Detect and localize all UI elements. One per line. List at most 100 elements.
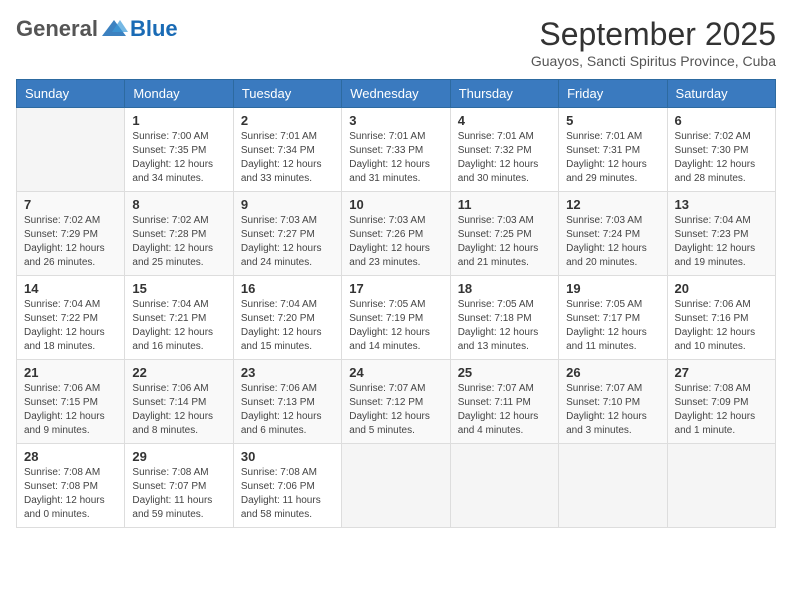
day-info: Sunrise: 7:08 AMSunset: 7:09 PMDaylight:… <box>675 382 768 438</box>
day-number: 16 <box>241 281 334 296</box>
day-info: Sunrise: 7:06 AMSunset: 7:15 PMDaylight:… <box>24 382 117 438</box>
calendar-cell: 10 Sunrise: 7:03 AMSunset: 7:26 PMDayligh… <box>342 192 450 276</box>
day-info: Sunrise: 7:05 AMSunset: 7:19 PMDaylight:… <box>349 298 442 354</box>
day-info: Sunrise: 7:04 AMSunset: 7:22 PMDaylight:… <box>24 298 117 354</box>
weekday-header-thursday: Thursday <box>450 80 558 108</box>
day-info: Sunrise: 7:05 AMSunset: 7:18 PMDaylight:… <box>458 298 551 354</box>
day-number: 27 <box>675 365 768 380</box>
day-info: Sunrise: 7:04 AMSunset: 7:21 PMDaylight:… <box>132 298 225 354</box>
day-number: 22 <box>132 365 225 380</box>
day-number: 21 <box>24 365 117 380</box>
calendar-table: SundayMondayTuesdayWednesdayThursdayFrid… <box>16 79 776 528</box>
day-number: 24 <box>349 365 442 380</box>
day-info: Sunrise: 7:07 AMSunset: 7:11 PMDaylight:… <box>458 382 551 438</box>
month-title: September 2025 <box>531 16 776 53</box>
day-number: 14 <box>24 281 117 296</box>
day-info: Sunrise: 7:02 AMSunset: 7:28 PMDaylight:… <box>132 214 225 270</box>
day-info: Sunrise: 7:08 AMSunset: 7:07 PMDaylight:… <box>132 466 225 522</box>
calendar-cell: 6Sunrise: 7:02 AMSunset: 7:30 PMDaylight… <box>667 108 775 192</box>
weekday-header-saturday: Saturday <box>667 80 775 108</box>
calendar-cell: 27 Sunrise: 7:08 AMSunset: 7:09 PMDayligh… <box>667 360 775 444</box>
day-number: 6 <box>675 113 768 128</box>
day-number: 20 <box>675 281 768 296</box>
day-number: 9 <box>241 197 334 212</box>
logo-blue: Blue <box>130 16 178 42</box>
week-row-5: 28 Sunrise: 7:08 AMSunset: 7:08 PMDayligh… <box>17 444 776 528</box>
day-info: Sunrise: 7:05 AMSunset: 7:17 PMDaylight:… <box>566 298 659 354</box>
calendar-cell: 11 Sunrise: 7:03 AMSunset: 7:25 PMDayligh… <box>450 192 558 276</box>
calendar-cell: 24Sunrise: 7:07 AMSunset: 7:12 PMDayligh… <box>342 360 450 444</box>
day-number: 25 <box>458 365 551 380</box>
title-section: September 2025 Guayos, Sancti Spiritus P… <box>531 16 776 69</box>
day-info: Sunrise: 7:03 AMSunset: 7:25 PMDaylight:… <box>458 214 551 270</box>
calendar-cell: 19 Sunrise: 7:05 AMSunset: 7:17 PMDayligh… <box>559 276 667 360</box>
day-info: Sunrise: 7:08 AMSunset: 7:08 PMDaylight:… <box>24 466 117 522</box>
day-number: 28 <box>24 449 117 464</box>
calendar-cell: 5Sunrise: 7:01 AMSunset: 7:31 PMDaylight… <box>559 108 667 192</box>
weekday-header-row: SundayMondayTuesdayWednesdayThursdayFrid… <box>17 80 776 108</box>
logo: General Blue <box>16 16 178 42</box>
calendar-cell: 8 Sunrise: 7:02 AMSunset: 7:28 PMDaylight… <box>125 192 233 276</box>
calendar-cell <box>17 108 125 192</box>
day-info: Sunrise: 7:06 AMSunset: 7:16 PMDaylight:… <box>675 298 768 354</box>
day-number: 13 <box>675 197 768 212</box>
calendar-cell: 15 Sunrise: 7:04 AMSunset: 7:21 PMDayligh… <box>125 276 233 360</box>
calendar-cell: 29 Sunrise: 7:08 AMSunset: 7:07 PMDayligh… <box>125 444 233 528</box>
day-number: 17 <box>349 281 442 296</box>
day-number: 23 <box>241 365 334 380</box>
calendar-cell: 1 Sunrise: 7:00 AMSunset: 7:35 PMDaylight… <box>125 108 233 192</box>
location-subtitle: Guayos, Sancti Spiritus Province, Cuba <box>531 53 776 69</box>
calendar-cell <box>342 444 450 528</box>
calendar-cell: 28 Sunrise: 7:08 AMSunset: 7:08 PMDayligh… <box>17 444 125 528</box>
day-info: Sunrise: 7:00 AMSunset: 7:35 PMDaylight:… <box>132 130 225 186</box>
calendar-cell: 2Sunrise: 7:01 AMSunset: 7:34 PMDaylight… <box>233 108 341 192</box>
calendar-cell: 21 Sunrise: 7:06 AMSunset: 7:15 PMDayligh… <box>17 360 125 444</box>
day-number: 10 <box>349 197 442 212</box>
day-number: 5 <box>566 113 659 128</box>
calendar-cell <box>450 444 558 528</box>
day-number: 30 <box>241 449 334 464</box>
weekday-header-sunday: Sunday <box>17 80 125 108</box>
day-number: 2 <box>241 113 334 128</box>
week-row-3: 14 Sunrise: 7:04 AMSunset: 7:22 PMDayligh… <box>17 276 776 360</box>
calendar-cell: 4Sunrise: 7:01 AMSunset: 7:32 PMDaylight… <box>450 108 558 192</box>
day-number: 7 <box>24 197 117 212</box>
day-info: Sunrise: 7:03 AMSunset: 7:26 PMDaylight:… <box>349 214 442 270</box>
calendar-cell: 17 Sunrise: 7:05 AMSunset: 7:19 PMDayligh… <box>342 276 450 360</box>
day-info: Sunrise: 7:04 AMSunset: 7:23 PMDaylight:… <box>675 214 768 270</box>
calendar-cell: 26 Sunrise: 7:07 AMSunset: 7:10 PMDayligh… <box>559 360 667 444</box>
day-number: 15 <box>132 281 225 296</box>
day-number: 4 <box>458 113 551 128</box>
day-info: Sunrise: 7:02 AMSunset: 7:29 PMDaylight:… <box>24 214 117 270</box>
calendar-cell: 16 Sunrise: 7:04 AMSunset: 7:20 PMDayligh… <box>233 276 341 360</box>
day-number: 18 <box>458 281 551 296</box>
weekday-header-friday: Friday <box>559 80 667 108</box>
week-row-1: 1 Sunrise: 7:00 AMSunset: 7:35 PMDaylight… <box>17 108 776 192</box>
calendar-cell: 12 Sunrise: 7:03 AMSunset: 7:24 PMDayligh… <box>559 192 667 276</box>
day-number: 12 <box>566 197 659 212</box>
calendar-cell <box>667 444 775 528</box>
day-info: Sunrise: 7:06 AMSunset: 7:14 PMDaylight:… <box>132 382 225 438</box>
day-number: 19 <box>566 281 659 296</box>
day-number: 8 <box>132 197 225 212</box>
day-info: Sunrise: 7:06 AMSunset: 7:13 PMDaylight:… <box>241 382 334 438</box>
day-number: 11 <box>458 197 551 212</box>
calendar-cell: 23 Sunrise: 7:06 AMSunset: 7:13 PMDayligh… <box>233 360 341 444</box>
calendar-cell: 14 Sunrise: 7:04 AMSunset: 7:22 PMDayligh… <box>17 276 125 360</box>
calendar-cell: 18 Sunrise: 7:05 AMSunset: 7:18 PMDayligh… <box>450 276 558 360</box>
day-number: 26 <box>566 365 659 380</box>
calendar-cell: 22 Sunrise: 7:06 AMSunset: 7:14 PMDayligh… <box>125 360 233 444</box>
week-row-2: 7 Sunrise: 7:02 AMSunset: 7:29 PMDaylight… <box>17 192 776 276</box>
calendar-cell: 9Sunrise: 7:03 AMSunset: 7:27 PMDaylight… <box>233 192 341 276</box>
day-info: Sunrise: 7:07 AMSunset: 7:10 PMDaylight:… <box>566 382 659 438</box>
day-number: 1 <box>132 113 225 128</box>
week-row-4: 21 Sunrise: 7:06 AMSunset: 7:15 PMDayligh… <box>17 360 776 444</box>
day-info: Sunrise: 7:01 AMSunset: 7:33 PMDaylight:… <box>349 130 442 186</box>
weekday-header-tuesday: Tuesday <box>233 80 341 108</box>
day-number: 29 <box>132 449 225 464</box>
calendar-cell: 13 Sunrise: 7:04 AMSunset: 7:23 PMDayligh… <box>667 192 775 276</box>
page-header: General Blue September 2025 Guayos, Sanc… <box>16 16 776 69</box>
day-info: Sunrise: 7:04 AMSunset: 7:20 PMDaylight:… <box>241 298 334 354</box>
day-info: Sunrise: 7:03 AMSunset: 7:24 PMDaylight:… <box>566 214 659 270</box>
calendar-cell: 7 Sunrise: 7:02 AMSunset: 7:29 PMDaylight… <box>17 192 125 276</box>
